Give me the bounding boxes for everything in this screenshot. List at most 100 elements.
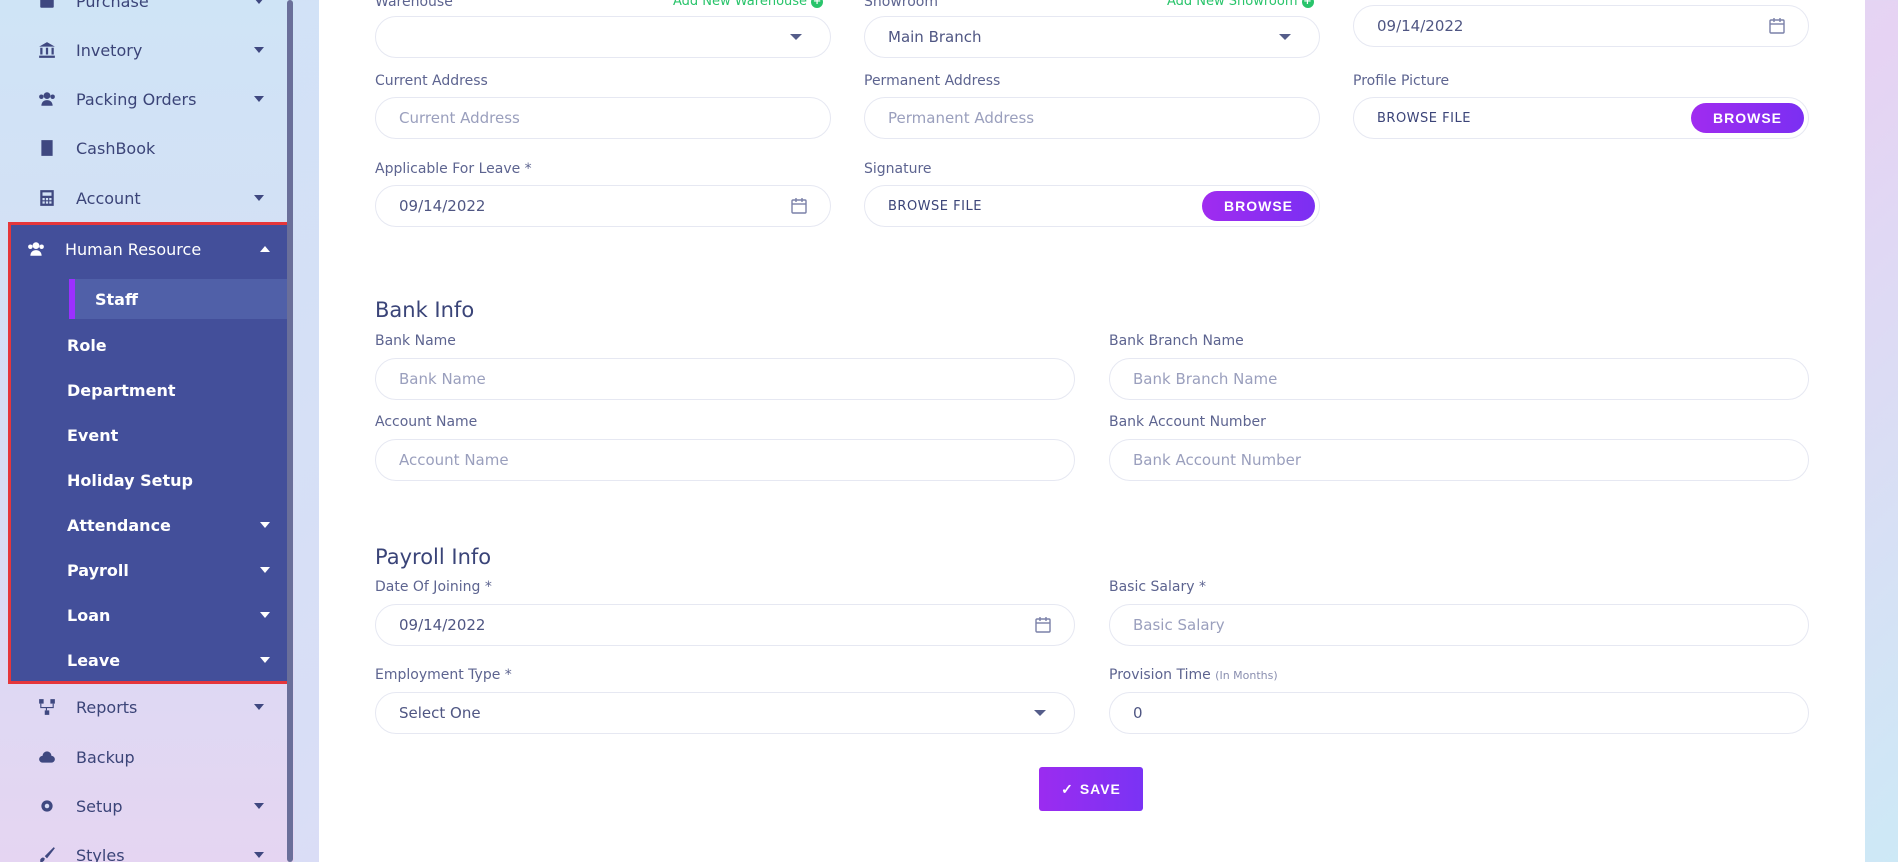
employment-type-select[interactable]: Select One: [375, 692, 1075, 734]
profile-picture-label: Profile Picture: [1353, 73, 1450, 89]
profile-picture-browse-button[interactable]: BROWSE: [1691, 103, 1804, 133]
sidebar-item-backup[interactable]: Backup: [0, 734, 286, 780]
sidebar-subitem-label: Staff: [95, 289, 138, 309]
chevron-down-icon: [260, 522, 270, 528]
applicable-leave-date-input[interactable]: 09/14/2022: [375, 185, 831, 227]
chevron-up-icon: [260, 246, 270, 252]
sidebar-subitem-department[interactable]: Department: [11, 368, 288, 412]
sidebar-item-packing-orders[interactable]: Packing Orders: [0, 76, 286, 122]
sidebar-subitem-label: Payroll: [67, 560, 129, 580]
bank-branch-label: Bank Branch Name: [1109, 333, 1244, 349]
sidebar-item-reports[interactable]: Reports: [0, 684, 286, 730]
chevron-down-icon: [254, 803, 264, 809]
book-icon: [36, 139, 58, 157]
sidebar-subitem-event[interactable]: Event: [11, 413, 288, 457]
profile-picture-file-text: BROWSE FILE: [1377, 110, 1471, 126]
basic-salary-label: Basic Salary *: [1109, 579, 1206, 595]
signature-file-input[interactable]: BROWSE FILE BROWSE: [864, 185, 1320, 227]
sidebar-subitem-payroll[interactable]: Payroll: [11, 548, 288, 592]
profile-picture-file-input[interactable]: BROWSE FILE BROWSE: [1353, 97, 1809, 139]
bank-name-label: Bank Name: [375, 333, 456, 349]
sidebar-item-cashbook[interactable]: CashBook: [0, 125, 286, 171]
applicable-leave-label: Applicable For Leave *: [375, 161, 532, 177]
chevron-down-icon: [1034, 710, 1046, 716]
add-new-warehouse-link[interactable]: Add New Warehouse +: [673, 0, 824, 9]
top-date-input[interactable]: 09/14/2022: [1353, 5, 1809, 47]
purchase-icon: [36, 0, 58, 10]
showroom-select[interactable]: Main Branch: [864, 16, 1320, 58]
warehouse-select[interactable]: [375, 16, 831, 58]
basic-salary-input[interactable]: Basic Salary: [1109, 604, 1809, 646]
bank-name-placeholder: Bank Name: [399, 370, 486, 388]
bank-account-number-placeholder: Bank Account Number: [1133, 451, 1302, 469]
users-icon: [36, 90, 58, 108]
chevron-down-icon: [260, 612, 270, 618]
top-date-value: 09/14/2022: [1377, 17, 1464, 35]
employment-type-label: Employment Type *: [375, 667, 512, 683]
sidebar-item-label: Backup: [76, 747, 135, 767]
permanent-address-input[interactable]: Permanent Address: [864, 97, 1320, 139]
sidebar-subitem-role[interactable]: Role: [11, 323, 288, 367]
sidebar-item-account[interactable]: Account: [0, 175, 286, 221]
check-icon: ✓: [1061, 780, 1074, 797]
sidebar-subitem-label: Event: [67, 425, 119, 445]
users-icon: [25, 240, 47, 258]
permanent-address-label: Permanent Address: [864, 73, 1001, 89]
chevron-down-icon: [260, 567, 270, 573]
gear-icon: [36, 797, 58, 815]
sidebar-item-human-resource[interactable]: Human Resource: [11, 225, 288, 273]
chevron-down-icon: [790, 34, 802, 40]
sidebar-item-label: Purchase: [76, 0, 149, 11]
sidebar-item-inventory[interactable]: Invetory: [0, 27, 286, 73]
sidebar-subitem-leave[interactable]: Leave: [11, 638, 288, 682]
sidebar-item-purchase[interactable]: Purchase: [0, 0, 286, 24]
applicable-leave-value: 09/14/2022: [399, 197, 486, 215]
chevron-down-icon: [254, 0, 264, 4]
bank-branch-input[interactable]: Bank Branch Name: [1109, 358, 1809, 400]
bank-branch-placeholder: Bank Branch Name: [1133, 370, 1278, 388]
sidebar-item-styles[interactable]: Styles: [0, 832, 286, 862]
warehouse-label: Warehouse: [375, 0, 453, 10]
chevron-down-icon: [254, 195, 264, 201]
sidebar-subitem-attendance[interactable]: Attendance: [11, 503, 288, 547]
calculator-icon: [36, 189, 58, 207]
current-address-input[interactable]: Current Address: [375, 97, 831, 139]
brush-icon: [36, 846, 58, 862]
sidebar-subitem-holiday-setup[interactable]: Holiday Setup: [11, 458, 288, 502]
add-new-showroom-text: Add New Showroom: [1167, 0, 1298, 9]
date-of-joining-label: Date Of Joining *: [375, 579, 492, 595]
account-name-label: Account Name: [375, 414, 478, 430]
chevron-down-icon: [254, 852, 264, 858]
sidebar-subitem-label: Loan: [67, 605, 111, 625]
add-new-showroom-link[interactable]: Add New Showroom +: [1167, 0, 1314, 9]
bank-account-number-input[interactable]: Bank Account Number: [1109, 439, 1809, 481]
bank-account-number-label: Bank Account Number: [1109, 414, 1266, 430]
calendar-icon: [1768, 17, 1786, 35]
sidebar-item-setup[interactable]: Setup: [0, 783, 286, 829]
provision-time-value: 0: [1133, 704, 1143, 722]
bank-name-input[interactable]: Bank Name: [375, 358, 1075, 400]
provision-time-label-text: Provision Time: [1109, 667, 1211, 683]
provision-time-hint: (In Months): [1215, 669, 1278, 682]
sidebar-scrollbar[interactable]: [287, 0, 293, 862]
signature-browse-button[interactable]: BROWSE: [1202, 191, 1315, 221]
bank-icon: [36, 41, 58, 59]
sidebar: Purchase Invetory Packing Orders CashBoo…: [0, 0, 294, 862]
sidebar-item-label: Invetory: [76, 40, 143, 60]
account-name-input[interactable]: Account Name: [375, 439, 1075, 481]
sidebar-item-label: Setup: [76, 796, 123, 816]
calendar-icon: [790, 197, 808, 215]
chevron-down-icon: [260, 657, 270, 663]
provision-time-input[interactable]: 0: [1109, 692, 1809, 734]
sitemap-icon: [36, 698, 58, 716]
date-of-joining-input[interactable]: 09/14/2022: [375, 604, 1075, 646]
sidebar-item-label: Human Resource: [65, 239, 202, 259]
staff-form-panel: Warehouse Add New Warehouse + Showroom Ad…: [319, 0, 1865, 862]
employment-type-value: Select One: [399, 704, 481, 722]
chevron-down-icon: [1279, 34, 1291, 40]
permanent-address-placeholder: Permanent Address: [888, 109, 1035, 127]
sidebar-subitem-loan[interactable]: Loan: [11, 593, 288, 637]
sidebar-subitem-staff[interactable]: Staff: [69, 279, 288, 319]
save-button[interactable]: ✓ SAVE: [1039, 767, 1143, 811]
hr-menu-group: Human Resource Staff Role Department Eve…: [8, 222, 291, 684]
